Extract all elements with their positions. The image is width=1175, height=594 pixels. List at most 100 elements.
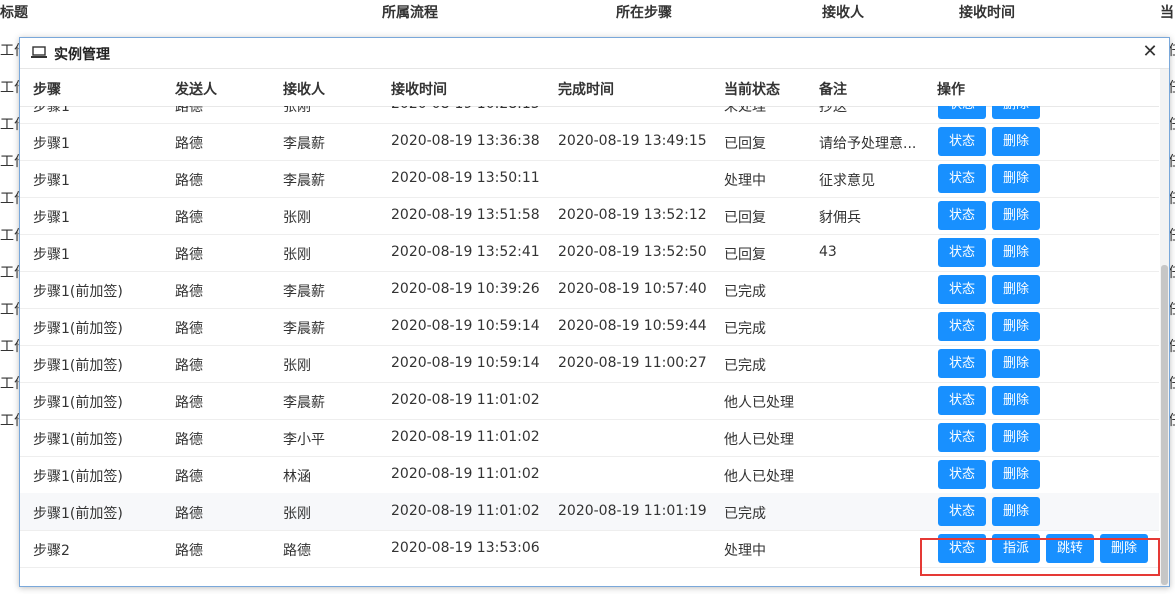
cell-recv-time: 2020-08-19 10:28:15 (391, 106, 551, 112)
delete-button[interactable]: 删除 (992, 238, 1040, 267)
state-button[interactable]: 状态 (938, 164, 986, 193)
cell-status: 已完成 (724, 506, 766, 522)
state-button[interactable]: 状态 (938, 275, 986, 304)
delete-button[interactable]: 删除 (1100, 534, 1148, 563)
state-button[interactable]: 状态 (938, 497, 986, 526)
cell-receiver: 李晨薪 (283, 321, 325, 337)
delete-button[interactable]: 删除 (992, 497, 1040, 526)
delete-button[interactable]: 删除 (992, 312, 1040, 341)
cell-step: 步骤1(前加签) (33, 395, 123, 411)
cell-done-time: 2020-08-19 13:52:50 (558, 244, 707, 260)
cell-recv-time: 2020-08-19 13:50:11 (391, 170, 540, 186)
state-button[interactable]: 状态 (938, 106, 986, 119)
cell-receiver: 李晨薪 (283, 173, 325, 189)
cell-note: 请给予处理意... (819, 136, 917, 152)
assign-button[interactable]: 指派 (992, 534, 1040, 563)
cell-step: 步骤1(前加签) (33, 321, 123, 337)
cell-receiver: 张刚 (283, 106, 311, 115)
cell-receiver: 张刚 (283, 506, 311, 522)
delete-button[interactable]: 删除 (992, 386, 1040, 415)
cell-recv-time: 2020-08-19 13:53:06 (391, 540, 540, 556)
table-header: 步骤 发送人 接收人 接收时间 完成时间 当前状态 备注 操作 (20, 69, 1159, 107)
cell-note: 征求意见 (819, 173, 875, 189)
state-button[interactable]: 状态 (938, 386, 986, 415)
cell-recv-time: 2020-08-19 13:52:41 (391, 244, 540, 260)
delete-button[interactable]: 删除 (992, 201, 1040, 230)
bg-col-step: 所在步骤 (616, 5, 672, 21)
col-receiver: 接收人 (283, 82, 325, 98)
cell-sender: 路德 (175, 210, 203, 226)
delete-button[interactable]: 删除 (992, 423, 1040, 452)
cell-recv-time: 2020-08-19 13:51:58 (391, 207, 540, 223)
table-row: 步骤1 路德 李晨薪 2020-08-19 13:50:11 处理中 征求意见 状态 删除 (20, 160, 1159, 198)
bg-col-title: 标题 (0, 5, 28, 21)
state-button[interactable]: 状态 (938, 312, 986, 341)
cell-receiver: 李晨薪 (283, 395, 325, 411)
state-button[interactable]: 状态 (938, 201, 986, 230)
table-row: 步骤1 路德 张刚 2020-08-19 13:51:58 2020-08-19 13:… (20, 197, 1159, 235)
cell-recv-time: 2020-08-19 11:01:02 (391, 392, 540, 408)
table-row: 步骤1(前加签) 路德 张刚 2020-08-19 11:01:02 2020-08-1… (20, 493, 1159, 531)
cell-sender: 路德 (175, 506, 203, 522)
table-row: 步骤1(前加签) 路德 李晨薪 2020-08-19 10:59:14 2020-08-… (20, 308, 1159, 346)
cell-done-time: 2020-08-19 10:57:40 (558, 281, 707, 297)
table-row: 步骤1(前加签) 路德 李晨薪 2020-08-19 10:39:26 2020-08-… (20, 271, 1159, 309)
cell-status: 他人已处理 (724, 469, 794, 485)
delete-button[interactable]: 删除 (992, 164, 1040, 193)
cell-step: 步骤1 (33, 106, 70, 115)
cell-receiver: 张刚 (283, 247, 311, 263)
state-button[interactable]: 状态 (938, 423, 986, 452)
cell-status: 他人已处理 (724, 432, 794, 448)
cell-receiver: 张刚 (283, 358, 311, 374)
state-button[interactable]: 状态 (938, 127, 986, 156)
state-button[interactable]: 状态 (938, 460, 986, 489)
close-icon[interactable]: ✕ (1139, 41, 1161, 63)
table-body: 步骤1路德张刚2020-08-19 10:28:15未处理抄送状态删除步骤1路德… (20, 106, 1159, 586)
cell-receiver: 张刚 (283, 210, 311, 226)
cell-step: 步骤1(前加签) (33, 432, 123, 448)
table-row: 步骤1 路德 张刚 2020-08-19 13:52:41 2020-08-19 13:… (20, 234, 1159, 272)
delete-button[interactable]: 删除 (992, 275, 1040, 304)
cell-sender: 路德 (175, 358, 203, 374)
cell-status: 已回复 (724, 210, 766, 226)
dialog-title-bar: 实例管理 ✕ (20, 38, 1169, 69)
cell-sender: 路德 (175, 432, 203, 448)
cell-recv-time: 2020-08-19 11:01:02 (391, 503, 540, 519)
state-button[interactable]: 状态 (938, 238, 986, 267)
cell-step: 步骤1 (33, 136, 70, 152)
cell-status: 未处理 (724, 106, 766, 115)
cell-sender: 路德 (175, 395, 203, 411)
state-button[interactable]: 状态 (938, 534, 986, 563)
delete-button[interactable]: 删除 (992, 349, 1040, 378)
cell-sender: 路德 (175, 543, 203, 559)
delete-button[interactable]: 删除 (992, 106, 1040, 119)
cell-recv-time: 2020-08-19 10:39:26 (391, 281, 540, 297)
bg-col-receiver: 接收人 (822, 5, 864, 21)
cell-sender: 路德 (175, 106, 203, 115)
cell-sender: 路德 (175, 321, 203, 337)
cell-status: 已完成 (724, 358, 766, 374)
table-row: 步骤2 路德 路德 2020-08-19 13:53:06 处理中 状态 指派 跳转 删除 (20, 530, 1159, 568)
table-row: 步骤1(前加签) 路德 张刚 2020-08-19 10:59:14 2020-08-1… (20, 345, 1159, 383)
jump-button[interactable]: 跳转 (1046, 534, 1094, 563)
vertical-scrollbar[interactable] (1160, 69, 1169, 586)
cell-sender: 路德 (175, 136, 203, 152)
cell-receiver: 李晨薪 (283, 136, 325, 152)
cell-recv-time: 2020-08-19 11:01:02 (391, 429, 540, 445)
background-table-header: 标题 所属流程 所在步骤 接收人 接收时间 当 (0, 0, 1175, 22)
cell-status: 已回复 (724, 247, 766, 263)
col-status: 当前状态 (724, 82, 780, 98)
cell-step: 步骤1 (33, 210, 70, 226)
cell-step: 步骤1(前加签) (33, 506, 123, 522)
delete-button[interactable]: 删除 (992, 127, 1040, 156)
cell-step: 步骤1(前加签) (33, 284, 123, 300)
cell-status: 处理中 (724, 173, 766, 189)
cell-receiver: 李小平 (283, 432, 325, 448)
instance-management-dialog: 实例管理 ✕ 步骤 发送人 接收人 接收时间 完成时间 当前状态 备注 操作 步… (19, 37, 1170, 587)
cell-status: 已完成 (724, 284, 766, 300)
scrollbar-thumb[interactable] (1161, 265, 1168, 585)
delete-button[interactable]: 删除 (992, 460, 1040, 489)
cell-receiver: 林涵 (283, 469, 311, 485)
cell-recv-time: 2020-08-19 13:36:38 (391, 133, 540, 149)
state-button[interactable]: 状态 (938, 349, 986, 378)
